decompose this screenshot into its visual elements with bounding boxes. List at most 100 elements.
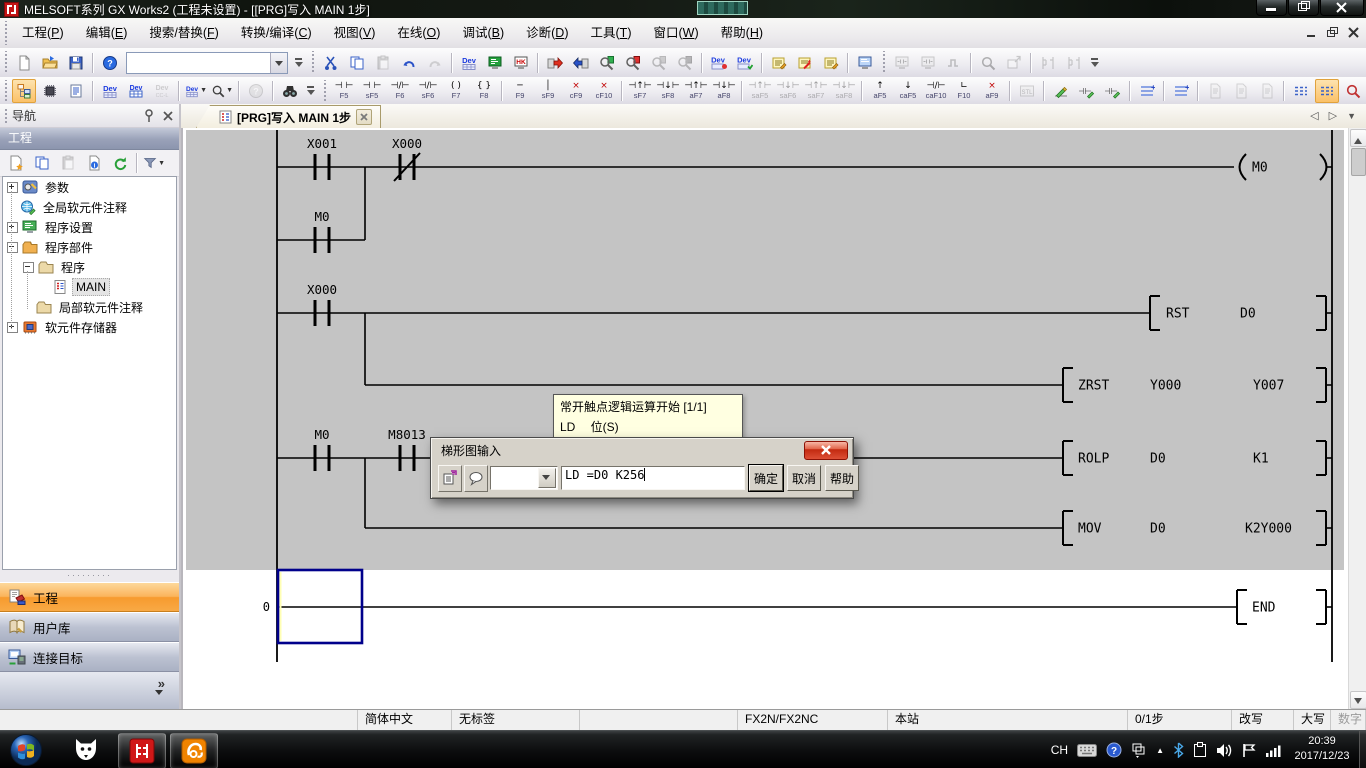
keyboard-icon[interactable] xyxy=(1077,744,1097,757)
rising-pulse-close[interactable]: ⊣↑⊢saF5 xyxy=(747,78,774,104)
scroll-up-button[interactable] xyxy=(1350,129,1366,147)
language-indicator[interactable]: CH xyxy=(1051,743,1068,757)
mdi-close-button[interactable] xyxy=(1347,26,1360,39)
open-contact-branch[interactable]: ⊣ ⊢sF5 xyxy=(359,78,386,104)
rising-pulse[interactable]: ⊣↑⊢sF7 xyxy=(627,78,654,104)
watch-window[interactable] xyxy=(1002,51,1026,75)
open-contact[interactable]: ⊣ ⊢F5 xyxy=(331,78,358,104)
ladder-editor[interactable]: X001X000M0X000M0M8013M0RSTD0ZRSTY000Y007… xyxy=(181,128,1366,710)
chevron-down-icon[interactable] xyxy=(155,690,163,699)
dialog-close-button[interactable] xyxy=(804,441,848,460)
action-center-flag-icon[interactable] xyxy=(1242,743,1257,758)
cross-reference[interactable] xyxy=(278,79,302,103)
paste[interactable] xyxy=(371,51,395,75)
online-program-change[interactable] xyxy=(621,51,645,75)
vertical-scrollbar[interactable] xyxy=(1348,128,1366,710)
menu-item-7[interactable]: 调试(B) xyxy=(451,19,515,48)
device-comment-list[interactable]: Dev xyxy=(98,79,122,103)
data-properties[interactable]: i xyxy=(82,151,106,175)
function-block-list[interactable] xyxy=(64,79,88,103)
menu-item-9[interactable]: 工具(T) xyxy=(580,19,643,48)
close-button[interactable] xyxy=(1320,0,1364,16)
window-tray-icon[interactable] xyxy=(1131,742,1147,758)
close-contact[interactable]: ⊣/⊢F6 xyxy=(387,78,414,104)
collapse-icon[interactable] xyxy=(7,242,18,253)
vertical-line[interactable]: │sF9 xyxy=(535,78,562,104)
tree-item-MAIN[interactable]: MAIN xyxy=(3,277,176,297)
menu-item-1[interactable]: 工程(P) xyxy=(11,19,75,48)
show-hidden-icons[interactable]: ▲ xyxy=(1156,746,1164,755)
device-find-red[interactable] xyxy=(1341,79,1365,103)
tree-item-程序[interactable]: 程序 xyxy=(3,257,176,277)
toolbar-grip[interactable] xyxy=(3,51,8,74)
new-data[interactable] xyxy=(4,151,28,175)
coil[interactable]: ( )F7 xyxy=(443,78,470,104)
clipboard-icon[interactable] xyxy=(1193,742,1207,758)
menu-item-8[interactable]: 诊断(D) xyxy=(515,19,579,48)
menu-item-11[interactable]: 帮助(H) xyxy=(710,19,774,48)
horizontal-line[interactable]: ─F9 xyxy=(507,78,534,104)
save-project[interactable] xyxy=(64,51,88,75)
connect-line-edit[interactable] xyxy=(1289,79,1313,103)
invert-result[interactable]: ⊣/⊢caF10 xyxy=(923,78,950,104)
monitor-mode[interactable] xyxy=(890,51,914,75)
panel-splitter[interactable]: ········· xyxy=(0,571,179,579)
instruction-input[interactable]: LD =D0 K256 xyxy=(561,466,745,490)
find-menu[interactable]: ▼ xyxy=(210,79,234,103)
falling-pulse-branch[interactable]: ⊣↓⊢aF8 xyxy=(711,78,738,104)
sort-filter[interactable]: ▼ xyxy=(142,151,166,175)
view-button-用户库[interactable]: 用户库 xyxy=(0,612,179,642)
note-button[interactable] xyxy=(464,465,488,492)
rising-pulse-branch[interactable]: ⊣↑⊢aF7 xyxy=(683,78,710,104)
write-mode-2[interactable]: ⊣⊢ xyxy=(1101,79,1125,103)
redo[interactable] xyxy=(423,51,447,75)
pulse-monitor[interactable] xyxy=(942,51,966,75)
cut[interactable] xyxy=(319,51,343,75)
open-project[interactable] xyxy=(38,51,62,75)
watch-start[interactable] xyxy=(976,51,1000,75)
menu-item-4[interactable]: 转换/编译(C) xyxy=(230,19,323,48)
read-mode[interactable]: ⊣⊢ xyxy=(1075,79,1099,103)
toolbar-overflow-icon[interactable] xyxy=(305,80,317,102)
tree-item-软元件存储器[interactable]: 软元件存储器 xyxy=(3,317,176,337)
pin-icon[interactable] xyxy=(141,108,157,124)
operation-result[interactable]: ∟F10 xyxy=(951,78,978,104)
tree-item-程序部件[interactable]: 程序部件 xyxy=(3,237,176,257)
view-button-连接目标[interactable]: 连接目标 xyxy=(0,642,179,672)
foobar2000-icon[interactable] xyxy=(72,736,100,767)
falling-pulse-close[interactable]: ⊣↓⊢saF6 xyxy=(775,78,802,104)
tab-close-icon[interactable] xyxy=(356,109,372,125)
ladder-lock-1[interactable] xyxy=(1036,51,1060,75)
copy[interactable] xyxy=(345,51,369,75)
menu-item-6[interactable]: 在线(O) xyxy=(386,19,451,48)
tab-main-program[interactable]: [PRG]写入 MAIN 1步 xyxy=(196,105,381,128)
taskbar-clock[interactable]: 20:39 2017/12/23 xyxy=(1286,734,1358,764)
read-from-plc[interactable] xyxy=(569,51,593,75)
ok-button[interactable]: 确定 xyxy=(749,465,783,491)
device-comment-display[interactable]: Dev xyxy=(457,51,481,75)
device-display-format[interactable]: Dev▼ xyxy=(184,79,208,103)
monitor-window[interactable] xyxy=(853,51,877,75)
device-comment-blue[interactable]: Dev xyxy=(707,51,731,75)
toolbar-overflow-icon[interactable] xyxy=(293,52,305,74)
chevron-down-icon[interactable] xyxy=(270,53,287,73)
toolbar-grip[interactable] xyxy=(881,51,886,74)
new-project[interactable] xyxy=(12,51,36,75)
connect-line-mode[interactable] xyxy=(1315,79,1339,103)
chevron-expand-icon[interactable]: » xyxy=(158,676,165,691)
tab-scroll-left-icon[interactable]: ◁ xyxy=(1310,109,1318,122)
expand-icon[interactable] xyxy=(7,322,18,333)
mdi-minimize-button[interactable] xyxy=(1305,26,1318,39)
monitor-stop[interactable] xyxy=(673,51,697,75)
view-bar-options[interactable]: » xyxy=(0,672,179,709)
stl-instruction[interactable]: STL xyxy=(1015,79,1039,103)
statement-edit[interactable] xyxy=(767,51,791,75)
convert-pulse[interactable]: ↓caF5 xyxy=(895,78,922,104)
delete-vertical-line[interactable]: ×cF10 xyxy=(591,78,618,104)
falling-pulse-close-branch[interactable]: ⊣↓⊢saF8 xyxy=(831,78,858,104)
start-button[interactable] xyxy=(8,732,44,768)
insert-row[interactable]: + xyxy=(1135,79,1159,103)
expand-icon[interactable] xyxy=(7,182,18,193)
falling-pulse[interactable]: ⊣↓⊢sF8 xyxy=(655,78,682,104)
delete-horizontal-line[interactable]: ×cF9 xyxy=(563,78,590,104)
